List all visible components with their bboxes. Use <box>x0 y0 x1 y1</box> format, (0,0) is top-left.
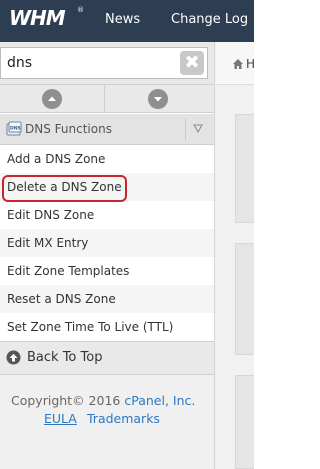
divider <box>185 118 186 140</box>
trademark-symbol: ® <box>77 6 84 14</box>
content-panel <box>235 375 254 469</box>
content-panel <box>235 243 254 355</box>
nav-change-log-link[interactable]: Change Log <box>171 12 248 27</box>
menu-item-add-dns-zone[interactable]: Add a DNS Zone <box>0 145 214 173</box>
menu-item-edit-mx-entry[interactable]: Edit MX Entry <box>0 229 214 257</box>
copyright-text: Copyright© 2016 cPanel, Inc. <box>11 393 195 408</box>
category-label[interactable]: DNS Functions <box>25 122 112 136</box>
chevron-down-icon[interactable] <box>192 122 204 134</box>
dns-icon: DNS <box>6 121 22 136</box>
svg-text:DNS: DNS <box>10 126 21 132</box>
collapse-controls <box>0 85 214 113</box>
nav-news-link[interactable]: News <box>105 12 140 27</box>
menu-item-edit-dns-zone[interactable]: Edit DNS Zone <box>0 201 214 229</box>
search-input[interactable] <box>0 47 208 79</box>
menu-item-reset-dns-zone[interactable]: Reset a DNS Zone <box>0 285 214 313</box>
cpanel-link[interactable]: cPanel, Inc. <box>124 393 195 408</box>
menu-item-edit-zone-templates[interactable]: Edit Zone Templates <box>0 257 214 285</box>
collapse-all-icon[interactable] <box>42 89 62 109</box>
breadcrumb-home-label[interactable]: H <box>246 57 255 71</box>
clear-search-icon[interactable]: ✖ <box>180 51 204 75</box>
menu-item-set-zone-ttl[interactable]: Set Zone Time To Live (TTL) <box>0 313 214 341</box>
home-icon[interactable] <box>232 58 244 70</box>
copyright-prefix: Copyright© 2016 <box>11 393 125 408</box>
highlight-outline <box>2 175 127 202</box>
content-panel <box>235 114 254 223</box>
back-to-top-link[interactable]: Back To Top <box>27 350 102 365</box>
divider <box>104 85 105 113</box>
logo-text[interactable]: WHM <box>9 6 66 30</box>
eula-link[interactable]: EULA <box>44 411 77 426</box>
arrow-up-circle-icon[interactable] <box>6 350 21 365</box>
trademarks-link[interactable]: Trademarks <box>87 411 160 426</box>
expand-all-icon[interactable] <box>148 89 168 109</box>
